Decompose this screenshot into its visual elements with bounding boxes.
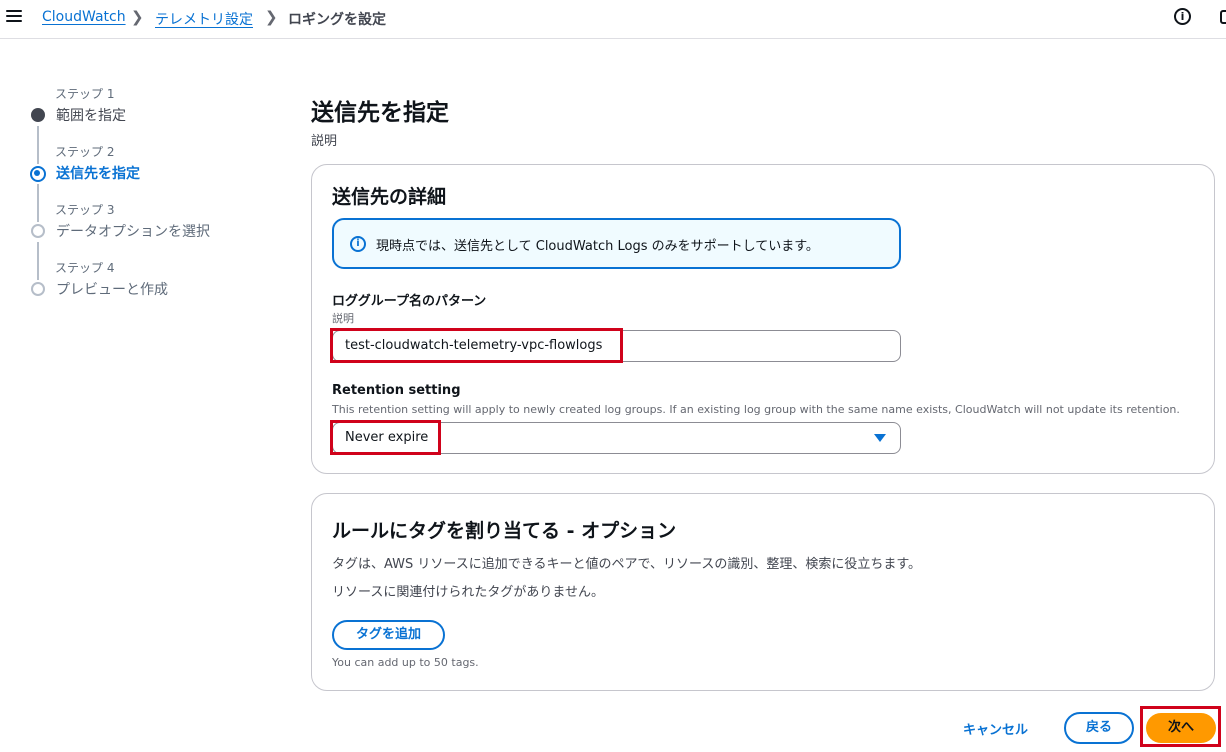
caret-down-icon bbox=[874, 434, 886, 442]
alert-message: 現時点では、送信先として CloudWatch Logs のみをサポートしていま… bbox=[376, 239, 819, 254]
step-current-icon bbox=[30, 166, 46, 182]
step-3-caption: ステップ 3 bbox=[55, 203, 115, 217]
highlight-box bbox=[330, 420, 441, 455]
destination-details-card: 送信先の詳細 i 現時点では、送信先として CloudWatch Logs のみ… bbox=[311, 164, 1215, 474]
step-3-label: データオプションを選択 bbox=[56, 224, 210, 240]
back-button[interactable]: 戻る bbox=[1064, 712, 1134, 744]
step-2-caption: ステップ 2 bbox=[55, 145, 115, 159]
log-group-description: 説明 bbox=[332, 312, 354, 325]
chevron-right-icon: ❯ bbox=[131, 8, 144, 26]
step-1-label[interactable]: 範囲を指定 bbox=[56, 105, 126, 125]
info-icon[interactable]: i bbox=[1174, 8, 1191, 25]
page-title: 送信先を指定 bbox=[311, 100, 449, 126]
step-connector bbox=[37, 126, 39, 164]
panel-toggle-icon[interactable] bbox=[1220, 10, 1226, 24]
step-4-caption: ステップ 4 bbox=[55, 261, 115, 275]
highlight-box bbox=[330, 328, 623, 363]
step-2-label: 送信先を指定 bbox=[56, 166, 140, 182]
breadcrumb-telemetry-settings[interactable]: テレメトリ設定 bbox=[155, 9, 253, 29]
tags-empty-message: リソースに関連付けられたタグがありません。 bbox=[332, 585, 604, 600]
highlight-box bbox=[1140, 706, 1221, 747]
breadcrumb-current: ロギングを設定 bbox=[288, 12, 386, 28]
card-title: ルールにタグを割り当てる - オプション bbox=[332, 520, 677, 542]
retention-description: This retention setting will apply to new… bbox=[332, 403, 1180, 416]
breadcrumb-cloudwatch[interactable]: CloudWatch bbox=[42, 9, 126, 25]
page-description: 説明 bbox=[311, 134, 338, 149]
step-1-caption: ステップ 1 bbox=[55, 87, 115, 101]
info-alert: i 現時点では、送信先として CloudWatch Logs のみをサポートして… bbox=[332, 218, 901, 269]
step-completed-icon bbox=[31, 108, 45, 122]
tags-limit-note: You can add up to 50 tags. bbox=[332, 656, 479, 669]
step-connector bbox=[37, 184, 39, 222]
info-icon: i bbox=[350, 236, 366, 252]
step-4-label: プレビューと作成 bbox=[56, 282, 168, 298]
card-title: 送信先の詳細 bbox=[332, 186, 447, 208]
add-tag-button[interactable]: タグを追加 bbox=[332, 620, 445, 650]
hamburger-menu-icon[interactable] bbox=[6, 10, 22, 24]
tags-card: ルールにタグを割り当てる - オプション タグは、AWS リソースに追加できるキ… bbox=[311, 493, 1215, 691]
step-connector bbox=[37, 242, 39, 280]
cancel-button[interactable]: キャンセル bbox=[963, 719, 1028, 738]
retention-label: Retention setting bbox=[332, 383, 461, 398]
step-pending-icon bbox=[31, 282, 45, 296]
log-group-label: ロググループ名のパターン bbox=[332, 294, 487, 309]
top-navigation-bar: CloudWatch ❯ テレメトリ設定 ❯ ロギングを設定 i bbox=[0, 0, 1226, 39]
chevron-right-icon: ❯ bbox=[265, 8, 278, 26]
step-pending-icon bbox=[31, 224, 45, 238]
tags-description: タグは、AWS リソースに追加できるキーと値のペアで、リソースの識別、整理、検索… bbox=[332, 557, 922, 572]
